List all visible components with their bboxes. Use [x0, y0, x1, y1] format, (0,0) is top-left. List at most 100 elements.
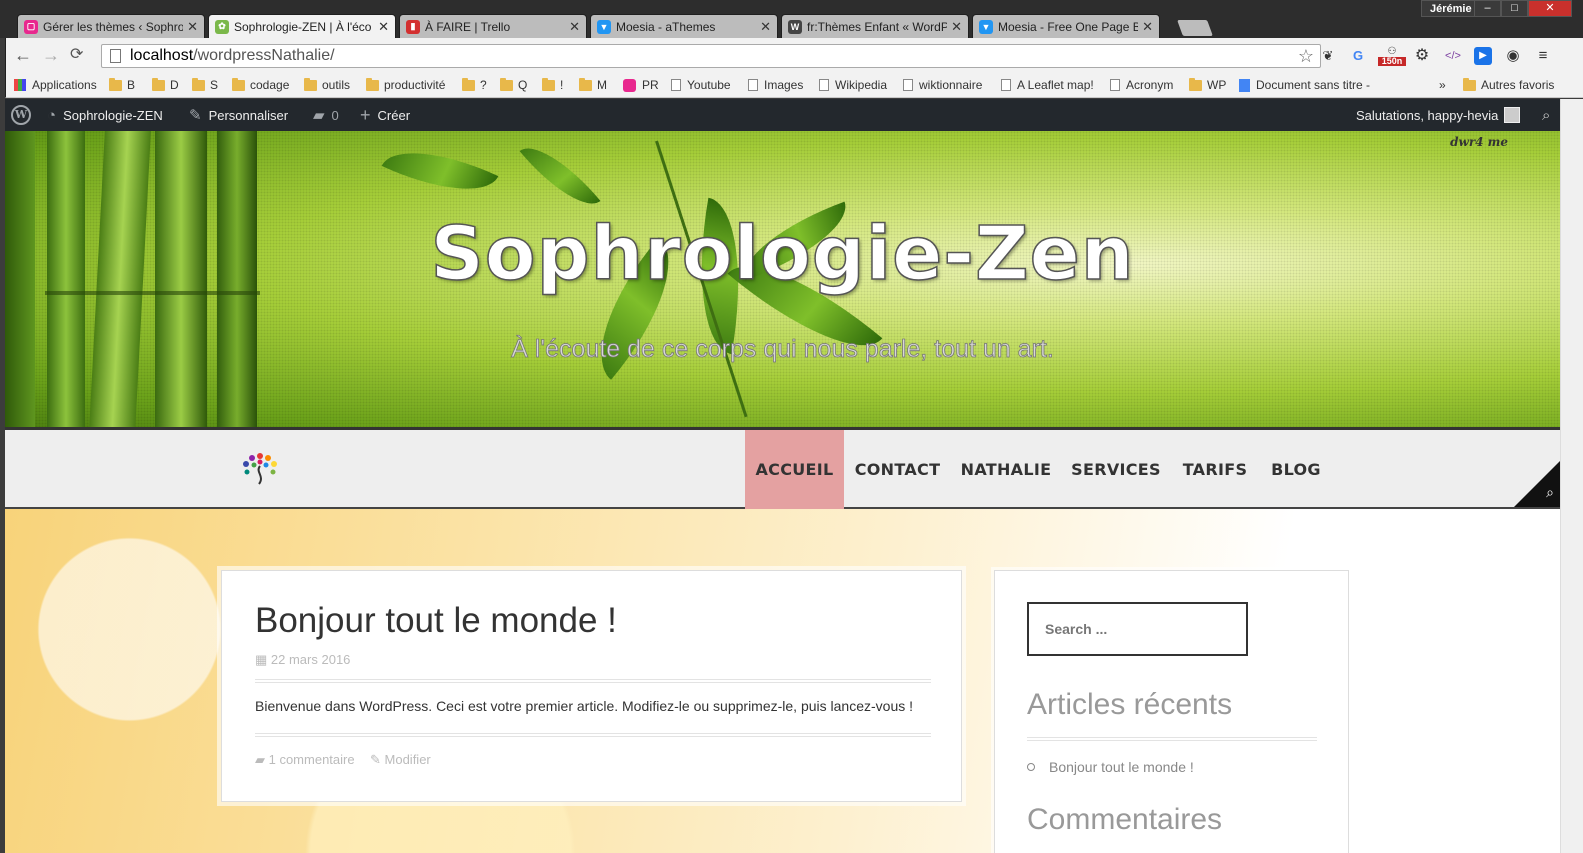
moesia-icon: ▼: [597, 19, 611, 34]
bookmark-folder[interactable]: outils: [304, 77, 350, 92]
wp-logo-button[interactable]: W: [11, 99, 31, 131]
play-icon[interactable]: ▶: [1474, 47, 1492, 65]
new-tab-button[interactable]: [1177, 20, 1213, 36]
bookmark-label: A Leaflet map!: [1017, 78, 1094, 92]
bookmark-acronym[interactable]: Acronym: [1110, 78, 1173, 92]
tab-title: fr:Thèmes Enfant « WordP: [807, 19, 948, 34]
post-date[interactable]: ▦ 22 mars 2016: [255, 652, 350, 668]
other-bookmarks[interactable]: Autres favoris: [1463, 77, 1555, 92]
evernote-icon[interactable]: ❦: [1319, 47, 1337, 65]
bookmark-leaflet[interactable]: A Leaflet map!: [1001, 78, 1094, 92]
bookmark-applications[interactable]: Applications: [14, 78, 97, 92]
bookmark-folder[interactable]: codage: [232, 77, 290, 92]
close-tab-icon[interactable]: ✕: [569, 19, 580, 35]
bookmark-label: D: [170, 78, 179, 92]
bookmark-youtube[interactable]: Youtube: [671, 78, 731, 92]
nav-item-accueil[interactable]: ACCUEIL: [745, 430, 844, 509]
bookmark-wiktionnaire[interactable]: wiktionnaire: [903, 78, 982, 92]
post-comments-link[interactable]: ▰ 1 commentaire: [255, 752, 355, 768]
tab-wordpress-codex[interactable]: W fr:Thèmes Enfant « WordP ✕: [781, 14, 969, 38]
recent-post-item[interactable]: Bonjour tout le monde !: [1027, 759, 1194, 775]
extension-badge: 150n: [1378, 57, 1406, 66]
nav-item-tarifs[interactable]: TARIFS: [1180, 430, 1250, 509]
tab-sophrologie[interactable]: ✿ Sophrologie-ZEN | À l'éco ✕: [208, 14, 396, 38]
post-card: Bonjour tout le monde ! ▦ 22 mars 2016 B…: [221, 570, 962, 802]
calendar-icon: ▦: [255, 652, 271, 667]
wp-admin-bar: W ◔ Sophrologie-ZEN ✎ Personnaliser ▰ 0 + Cr…: [5, 99, 1560, 131]
bookmark-folder[interactable]: WP: [1189, 77, 1226, 92]
admin-account-link[interactable]: Salutations, happy-hevia: [1356, 99, 1521, 131]
google-icon[interactable]: G: [1349, 47, 1367, 65]
admin-comments-link[interactable]: ▰ 0: [313, 99, 339, 131]
address-bar[interactable]: localhost/wordpressNathalie/ ☆: [101, 44, 1321, 68]
brush-icon: ✎: [189, 107, 202, 124]
nav-item-services[interactable]: SERVICES: [1070, 430, 1162, 509]
bookmark-label: codage: [250, 78, 290, 92]
nav-item-contact[interactable]: CONTACT: [855, 430, 940, 509]
profile-button[interactable]: Jérémie: [1421, 0, 1481, 17]
comment-icon: ▰: [313, 107, 325, 124]
eye-icon[interactable]: ◉: [1504, 47, 1522, 65]
gear-icon[interactable]: ⚙: [1413, 47, 1431, 65]
tree-logo-icon[interactable]: [237, 446, 283, 492]
admin-customize-link[interactable]: ✎ Personnaliser: [189, 99, 288, 131]
post-title[interactable]: Bonjour tout le monde !: [255, 601, 617, 641]
recent-post-link[interactable]: Bonjour tout le monde !: [1049, 759, 1194, 775]
bookmark-images[interactable]: Images: [748, 78, 803, 92]
counter-icon[interactable]: ⚇ 150n: [1378, 47, 1406, 66]
close-tab-icon[interactable]: ✕: [760, 19, 771, 35]
bookmark-label: M: [597, 78, 607, 92]
folder-icon: [232, 77, 245, 91]
close-tab-icon[interactable]: ✕: [187, 19, 198, 35]
tab-trello[interactable]: ▮ À FAIRE | Trello ✕: [399, 14, 587, 38]
page-scrollbar[interactable]: [1560, 99, 1583, 853]
bookmark-label: !: [560, 78, 564, 92]
bookmark-folder[interactable]: ?: [462, 77, 487, 92]
bookmark-document[interactable]: Document sans titre -: [1239, 78, 1370, 92]
folder-icon: [462, 77, 475, 91]
minimize-button[interactable]: –: [1474, 0, 1501, 17]
bookmark-folder[interactable]: M: [579, 77, 607, 92]
bookmark-folder[interactable]: D: [152, 77, 179, 92]
post-edit-link[interactable]: ✎ Modifier: [370, 752, 431, 768]
admin-site-link[interactable]: ◔ Sophrologie-ZEN: [47, 99, 163, 131]
close-tab-icon[interactable]: ✕: [1142, 19, 1153, 35]
tab-moesia-free[interactable]: ▼ Moesia - Free One Page B ✕: [972, 14, 1160, 38]
bookmark-pr[interactable]: PR: [623, 78, 659, 92]
back-button[interactable]: ←: [14, 46, 32, 64]
tab-themes[interactable]: ▢ Gérer les thèmes ‹ Sophro ✕: [17, 14, 205, 38]
admin-search-icon[interactable]: ⌕: [1542, 99, 1557, 131]
forward-button[interactable]: →: [42, 46, 60, 64]
divider: [1027, 737, 1317, 741]
bookmark-star-icon[interactable]: ☆: [1298, 45, 1314, 67]
bookmark-folder[interactable]: !: [542, 77, 564, 92]
folder-icon: [366, 77, 379, 91]
close-window-button[interactable]: ✕: [1528, 0, 1572, 17]
admin-new-link[interactable]: + Créer: [360, 99, 410, 131]
bookmark-folder[interactable]: B: [109, 77, 135, 92]
divider: [255, 733, 931, 737]
bookmarks-overflow-button[interactable]: »: [1439, 78, 1446, 92]
avatar: [1504, 107, 1521, 123]
maximize-button[interactable]: □: [1501, 0, 1528, 17]
bookmark-folder[interactable]: S: [192, 77, 218, 92]
close-tab-icon[interactable]: ✕: [951, 19, 962, 35]
nav-item-nathalie[interactable]: NATHALIE: [960, 430, 1052, 509]
search-input[interactable]: [1027, 602, 1248, 656]
bookmark-folder[interactable]: productivité: [366, 77, 445, 92]
nav-item-blog[interactable]: BLOG: [1267, 430, 1325, 509]
menu-icon[interactable]: ≡: [1534, 47, 1552, 65]
reload-button[interactable]: ⟳: [70, 46, 83, 64]
code-icon[interactable]: </>: [1444, 47, 1462, 65]
close-tab-icon[interactable]: ✕: [378, 19, 389, 35]
bookmark-wikipedia[interactable]: Wikipedia: [819, 78, 887, 92]
bookmark-folder[interactable]: Q: [500, 77, 527, 92]
tab-title: Sophrologie-ZEN | À l'éco: [234, 19, 372, 34]
url-host: localhost: [130, 47, 194, 64]
bookmark-label: wiktionnaire: [919, 78, 983, 92]
bookmark-label: Autres favoris: [1481, 78, 1555, 92]
comments-count: 0: [331, 107, 339, 123]
tab-moesia-athemes[interactable]: ▼ Moesia - aThemes ✕: [590, 14, 778, 38]
search-icon[interactable]: ⌕: [1546, 484, 1554, 501]
page-icon: [671, 79, 681, 91]
